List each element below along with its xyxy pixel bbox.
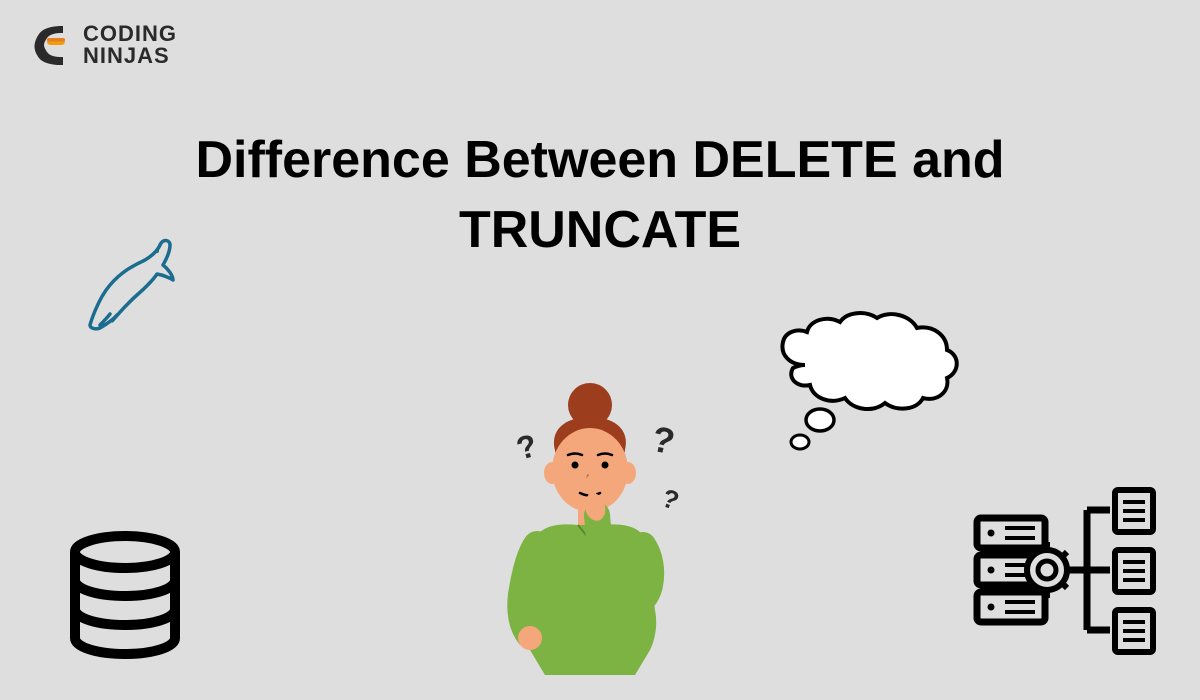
svg-text:?: ? xyxy=(512,427,540,467)
thought-bubble-icon xyxy=(765,310,965,460)
logo-text-line1: CODING xyxy=(83,23,177,45)
logo-mark-icon xyxy=(25,20,75,70)
svg-text:?: ? xyxy=(648,418,678,463)
server-diagram-icon xyxy=(965,480,1165,660)
logo-text-line2: NINJAS xyxy=(83,45,177,67)
database-cylinder-icon xyxy=(60,530,190,660)
thinking-person-illustration: ? ? ? xyxy=(460,375,720,675)
coding-ninjas-logo: CODING NINJAS xyxy=(25,20,177,70)
mysql-dolphin-icon xyxy=(75,230,185,340)
svg-text:?: ? xyxy=(658,482,683,516)
